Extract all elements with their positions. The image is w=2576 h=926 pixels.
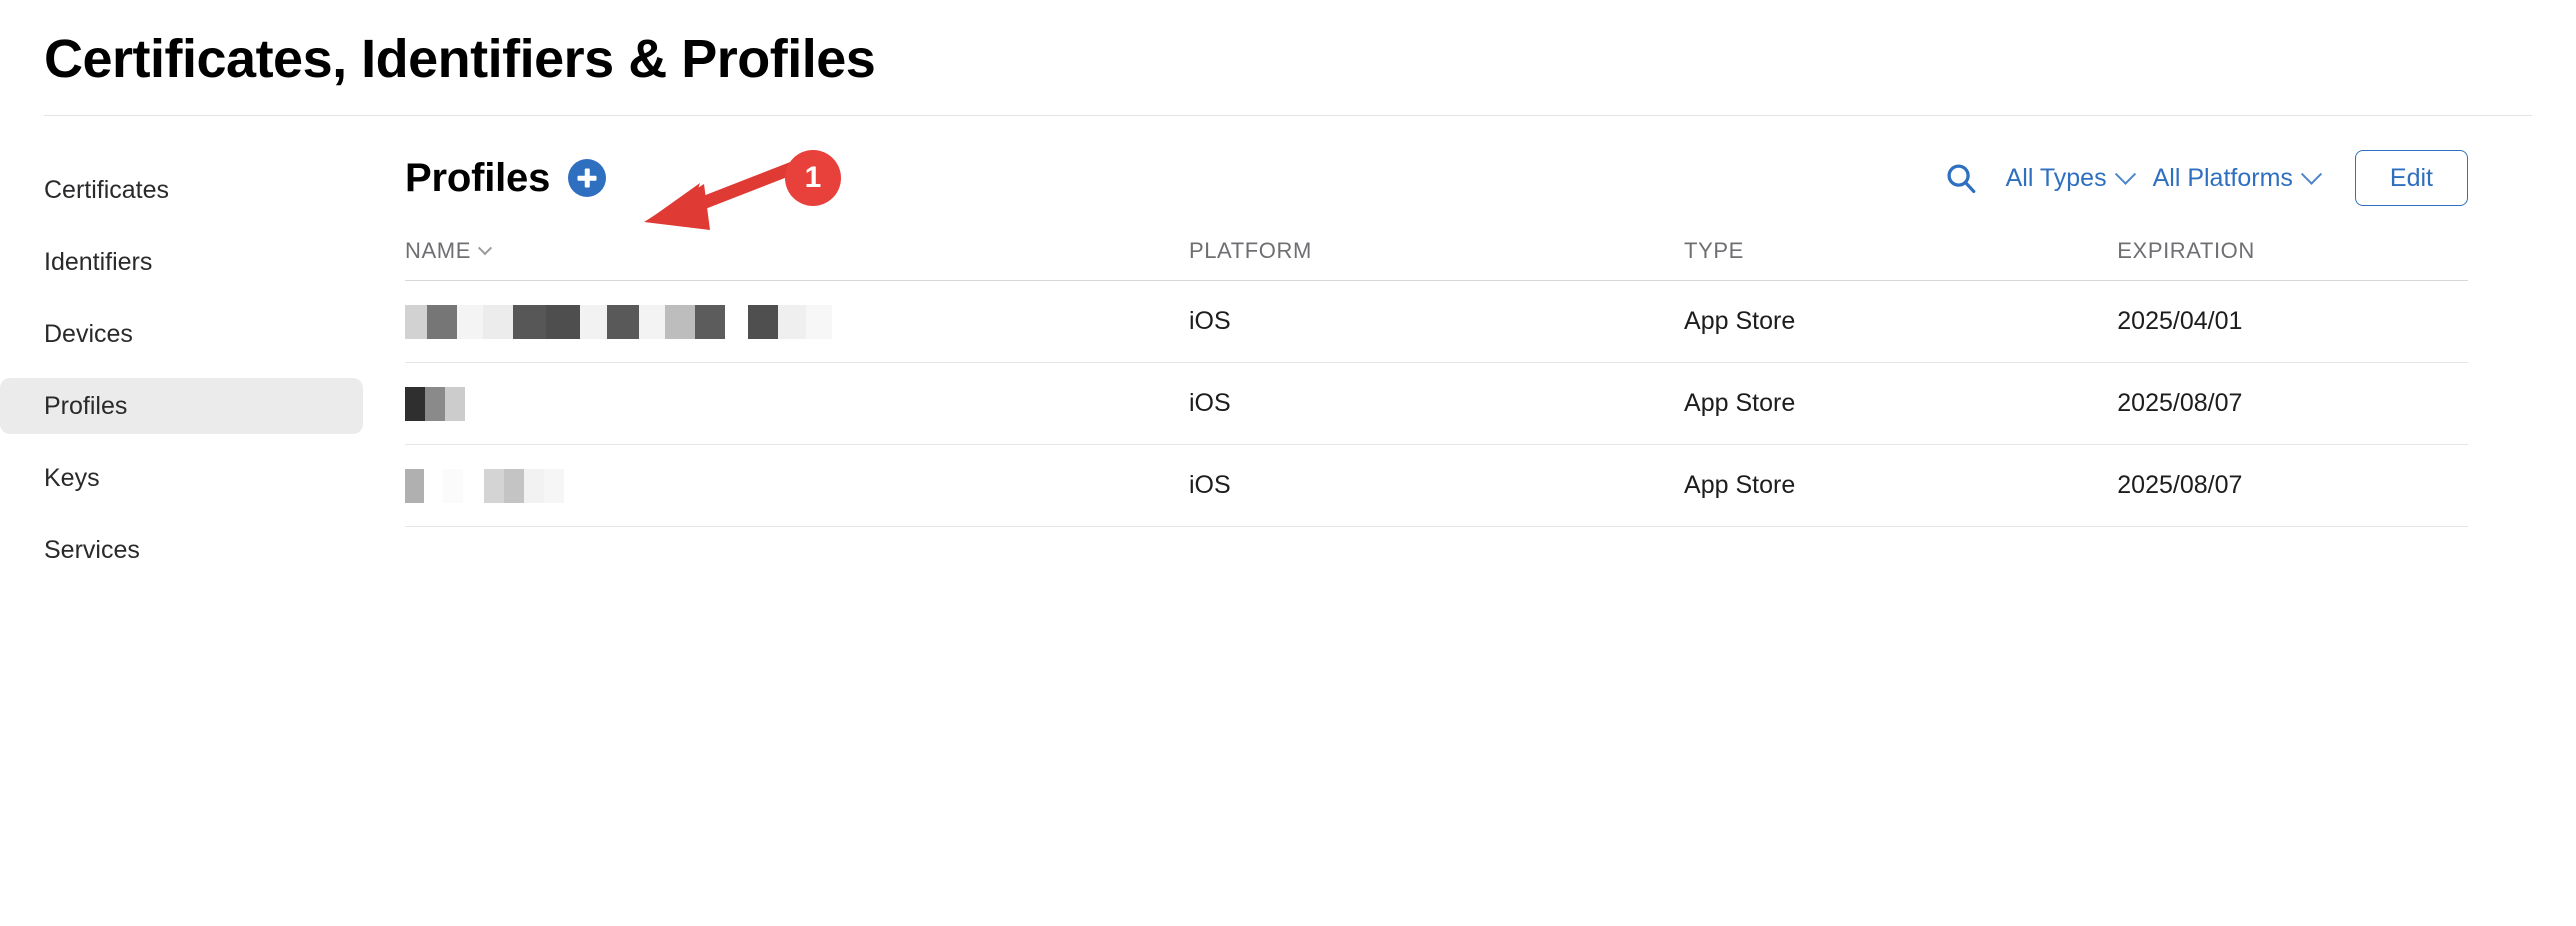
redaction-block <box>425 386 445 421</box>
main-content: Profiles All Types All Platforms Edit NA… <box>405 116 2576 528</box>
column-header-type: TYPE <box>1684 220 2118 282</box>
redaction-block <box>483 304 513 339</box>
redaction-block <box>427 304 457 339</box>
cell-platform: iOS <box>1188 280 1685 364</box>
sidebar-item-label: Profiles <box>44 391 128 420</box>
page-header: Certificates, Identifiers & Profiles <box>0 0 2576 115</box>
search-icon[interactable] <box>1938 155 1984 201</box>
table-row[interactable]: iOS App Store 2025/08/07 <box>405 444 2468 528</box>
profile-name-redacted[interactable] <box>405 386 1189 421</box>
redaction-block <box>504 468 524 503</box>
add-profile-button[interactable] <box>568 159 607 198</box>
redaction-block <box>463 468 484 503</box>
redaction-block <box>457 304 483 339</box>
redaction-block <box>665 304 695 339</box>
filter-all-types-label: All Types <box>2005 163 2107 192</box>
cell-type: App Store <box>1684 362 2118 446</box>
redaction-block <box>484 468 504 503</box>
cell-type: App Store <box>1684 444 2118 528</box>
edit-button[interactable]: Edit <box>2354 150 2468 207</box>
sidebar-item-devices[interactable]: Devices <box>0 306 363 362</box>
redaction-block <box>778 304 806 339</box>
redaction-block <box>806 304 832 339</box>
redaction-block <box>725 304 748 339</box>
section-title: Profiles <box>405 156 551 201</box>
redaction-block <box>748 304 778 339</box>
column-header-name[interactable]: NAME <box>405 220 1189 282</box>
redaction-block <box>513 304 546 339</box>
redaction-block <box>580 304 607 339</box>
profiles-table: NAME PLATFORM TYPE EXPIRATION iOS App St… <box>405 220 2468 528</box>
redaction-block <box>405 386 425 421</box>
sidebar-item-label: Services <box>44 535 140 564</box>
sidebar-list: Certificates Identifiers Devices Profile… <box>0 162 405 578</box>
table-body: iOS App Store 2025/04/01 iOS App Store 2… <box>405 280 2468 528</box>
sidebar-item-certificates[interactable]: Certificates <box>0 162 363 218</box>
redaction-block <box>443 468 463 503</box>
column-header-expiration-label: EXPIRATION <box>2117 238 2255 264</box>
cell-expiration: 2025/08/07 <box>2117 444 2468 528</box>
column-header-platform-label: PLATFORM <box>1188 238 1312 264</box>
profiles-toolbar: Profiles All Types All Platforms Edit <box>405 146 2468 220</box>
table-row[interactable]: iOS App Store 2025/08/07 <box>405 362 2468 446</box>
cell-name[interactable] <box>405 362 1189 446</box>
cell-type: App Store <box>1684 280 2118 364</box>
cell-expiration: 2025/04/01 <box>2117 280 2468 364</box>
redaction-block <box>405 304 427 339</box>
redaction-block <box>639 304 665 339</box>
filter-all-platforms[interactable]: All Platforms <box>2143 158 2329 199</box>
sidebar-item-label: Keys <box>44 463 100 492</box>
page-title: Certificates, Identifiers & Profiles <box>44 29 876 89</box>
body-wrapper: Certificates Identifiers Devices Profile… <box>0 116 2576 594</box>
filter-all-types[interactable]: All Types <box>1996 158 2143 199</box>
redaction-block <box>607 304 639 339</box>
sidebar-item-label: Identifiers <box>44 247 153 276</box>
table-header-row: NAME PLATFORM TYPE EXPIRATION <box>405 220 2468 282</box>
cell-expiration: 2025/08/07 <box>2117 362 2468 446</box>
column-header-name-label: NAME <box>405 238 471 264</box>
sidebar-item-label: Certificates <box>44 175 170 204</box>
sidebar-item-profiles[interactable]: Profiles <box>0 378 363 435</box>
cell-platform: iOS <box>1188 444 1685 528</box>
sidebar-item-identifiers[interactable]: Identifiers <box>0 234 363 290</box>
cell-platform: iOS <box>1188 362 1685 446</box>
sidebar-item-label: Devices <box>44 319 133 348</box>
redaction-block <box>546 304 580 339</box>
chevron-down-icon <box>477 241 493 256</box>
redaction-block <box>445 386 465 421</box>
cell-name[interactable] <box>405 444 1189 528</box>
column-header-type-label: TYPE <box>1684 238 1744 264</box>
redaction-block <box>424 468 443 503</box>
sidebar-item-keys[interactable]: Keys <box>0 450 363 506</box>
chevron-down-icon <box>2114 163 2136 185</box>
table-row[interactable]: iOS App Store 2025/04/01 <box>405 280 2468 364</box>
sidebar-item-services[interactable]: Services <box>0 522 363 578</box>
cell-name[interactable] <box>405 280 1189 364</box>
column-header-expiration: EXPIRATION <box>2117 220 2468 282</box>
profile-name-redacted[interactable] <box>405 304 1189 339</box>
column-header-platform: PLATFORM <box>1188 220 1685 282</box>
chevron-down-icon <box>2300 163 2323 185</box>
table-head: NAME PLATFORM TYPE EXPIRATION <box>405 220 2468 282</box>
name-sort-control[interactable]: NAME <box>405 238 493 264</box>
sidebar: Certificates Identifiers Devices Profile… <box>0 116 405 594</box>
redaction-block <box>524 468 544 503</box>
profile-name-redacted[interactable] <box>405 468 1189 503</box>
toolbar-actions: All Types All Platforms Edit <box>1938 150 2468 207</box>
redaction-block <box>405 468 424 503</box>
redaction-block <box>544 468 564 503</box>
filter-all-platforms-label: All Platforms <box>2152 163 2293 192</box>
redaction-block <box>695 304 725 339</box>
